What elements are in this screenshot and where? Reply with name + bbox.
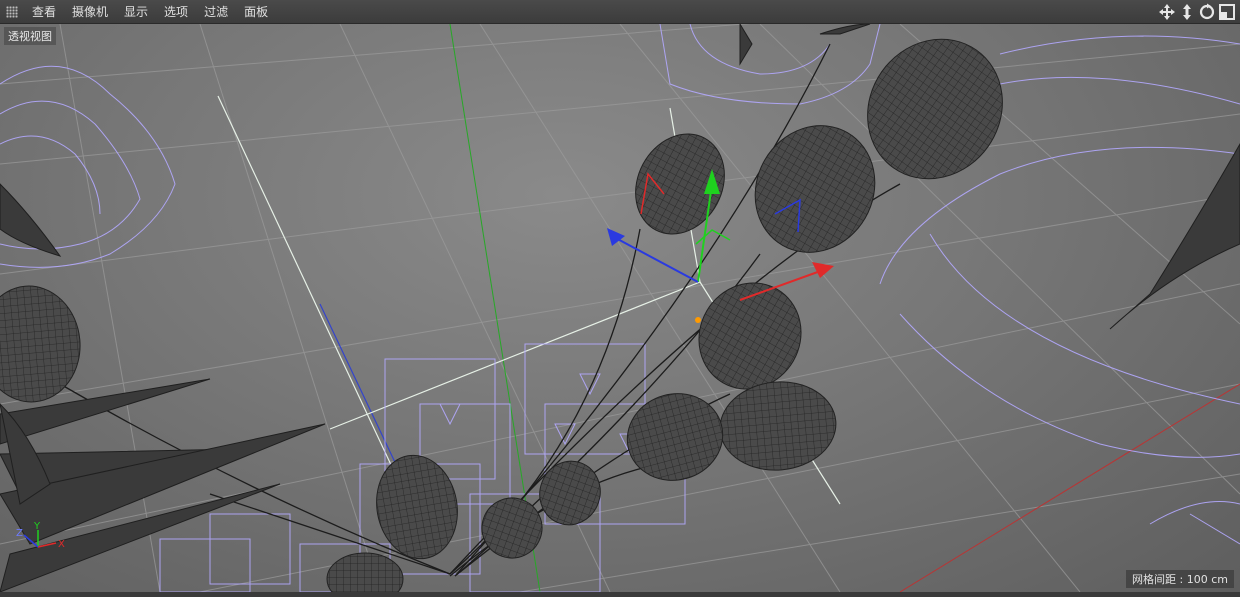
balloon: [481, 497, 543, 559]
balloon: [326, 552, 404, 592]
axis-gizmo-x-label: X: [58, 539, 65, 550]
menu-panel[interactable]: 面板: [238, 0, 274, 24]
balloon: [626, 393, 724, 481]
viewport-title: 透视视图: [4, 27, 56, 45]
viewport-bottom-border: [0, 592, 1240, 597]
menu-filter[interactable]: 过滤: [198, 0, 234, 24]
menu-camera[interactable]: 摄像机: [66, 0, 114, 24]
grid-spacing-readout: 网格间距 : 100 cm: [1126, 570, 1234, 588]
axis-gizmo-y-label: Y: [33, 521, 41, 532]
balloon: [539, 460, 601, 526]
rotate-view-icon[interactable]: [1198, 3, 1216, 21]
move-view-icon[interactable]: [1158, 3, 1176, 21]
wireframe-objects: [0, 24, 1240, 592]
axis-gizmo-z-label: Z: [16, 528, 23, 539]
balloon: [376, 454, 458, 560]
cone-spikes: [0, 24, 1240, 592]
balloon: [0, 285, 81, 403]
perspective-viewport[interactable]: Y X Z 透视视图 网格间距 : 100 cm: [0, 24, 1240, 592]
viewport-scene[interactable]: Y X Z: [0, 24, 1240, 592]
balloon: [719, 381, 837, 471]
world-x-axis-line: [899, 383, 1240, 592]
floor-grid: [0, 24, 1240, 592]
toggle-layout-icon[interactable]: [1218, 3, 1236, 21]
view-navigation-icons: [1158, 3, 1236, 21]
viewport-grip-icon[interactable]: [6, 5, 18, 18]
dolly-view-icon[interactable]: [1178, 3, 1196, 21]
balloon-meshes: [0, 38, 1003, 592]
viewport-menubar: 查看 摄像机 显示 选项 过滤 面板: [0, 0, 1240, 24]
menu-display[interactable]: 显示: [118, 0, 154, 24]
menu-options[interactable]: 选项: [158, 0, 194, 24]
menu-view[interactable]: 查看: [26, 0, 62, 24]
